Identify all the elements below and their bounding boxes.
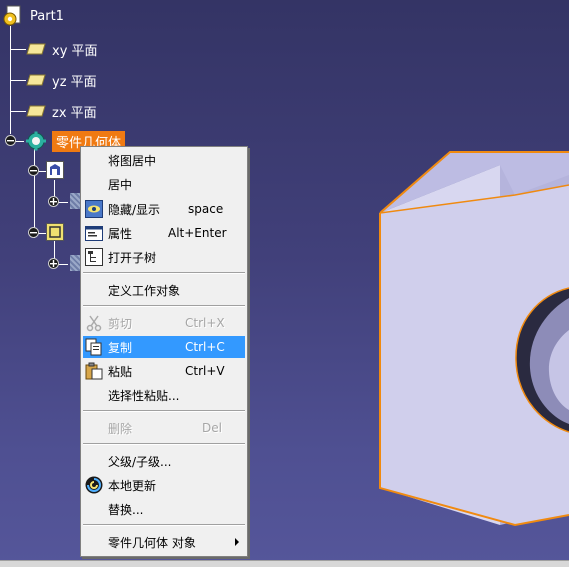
menu-item-properties[interactable]: 属性 Alt+Enter <box>83 222 245 244</box>
tree-item-label: xy 平面 <box>52 43 98 59</box>
context-menu: 将图居中 居中 隐藏/显示 space 属性 Alt+Enter 打开子树 定义… <box>80 146 248 557</box>
sketch-icon[interactable] <box>70 255 80 271</box>
menu-item-label: 零件几何体 对象 <box>108 535 196 550</box>
tree-item-label: zx 平面 <box>52 105 97 121</box>
collapse-feature-expander[interactable] <box>28 227 39 238</box>
copy-icon <box>85 338 102 356</box>
pad-feature-icon[interactable] <box>46 161 64 179</box>
collapse-body-expander[interactable] <box>5 135 16 146</box>
menu-separator <box>83 272 245 274</box>
menu-item-label: 隐藏/显示 <box>108 202 161 217</box>
menu-item-label: 剪切 <box>108 316 133 331</box>
menu-item-label: 居中 <box>108 177 133 192</box>
sketch-icon[interactable] <box>70 193 80 209</box>
menu-item-hide-show[interactable]: 隐藏/显示 space <box>83 198 245 220</box>
menu-item-label: 选择性粘贴... <box>108 388 180 403</box>
plus-icon <box>50 260 57 267</box>
menu-item-parents-children[interactable]: 父级/子级... <box>83 450 245 472</box>
menu-item-label: 父级/子级... <box>108 454 172 469</box>
menu-item-label: 将图居中 <box>108 153 157 168</box>
minus-icon <box>30 170 37 172</box>
local-update-icon <box>85 476 103 494</box>
menu-item-replace[interactable]: 替换... <box>83 498 245 520</box>
menu-item-center[interactable]: 居中 <box>83 173 245 195</box>
menu-item-open-subtree[interactable]: 打开子树 <box>83 246 245 268</box>
menu-item-delete[interactable]: 删除 Del <box>83 417 245 439</box>
plane-icon <box>26 43 46 55</box>
plus-icon <box>50 198 57 205</box>
pocket-feature-icon[interactable] <box>46 223 64 241</box>
menu-separator <box>83 305 245 307</box>
tree-item-yz-plane[interactable]: yz 平面 <box>26 70 97 90</box>
menu-item-label: 本地更新 <box>108 478 157 493</box>
menu-item-local-update[interactable]: 本地更新 <box>83 474 245 496</box>
scissors-icon <box>86 315 102 332</box>
menu-item-part-body-object[interactable]: 零件几何体 对象 <box>83 531 245 553</box>
menu-separator <box>83 524 245 526</box>
minus-icon <box>7 140 14 142</box>
menu-separator <box>83 443 245 445</box>
paste-icon <box>85 362 103 380</box>
menu-item-shortcut: Ctrl+X <box>185 316 225 330</box>
tree-root-part[interactable]: Part1 <box>2 5 64 26</box>
menu-item-paste[interactable]: 粘贴 Ctrl+V <box>83 360 245 382</box>
hide-show-icon <box>85 200 103 218</box>
menu-item-shortcut: Ctrl+C <box>185 340 225 354</box>
menu-separator <box>83 410 245 412</box>
3d-viewport[interactable]: Part1 xy 平面 yz 平面 zx 平面 零件几何体 将图居中 居中 隐藏… <box>0 0 569 566</box>
menu-item-cut[interactable]: 剪切 Ctrl+X <box>83 312 245 334</box>
tree-item-zx-plane[interactable]: zx 平面 <box>26 101 97 121</box>
open-subtree-icon <box>85 248 103 266</box>
menu-item-paste-special[interactable]: 选择性粘贴... <box>83 384 245 406</box>
menu-item-label: 打开子树 <box>108 250 157 265</box>
menu-item-center-graph[interactable]: 将图居中 <box>83 149 245 171</box>
tree-item-xy-plane[interactable]: xy 平面 <box>26 39 98 59</box>
menu-item-label: 粘贴 <box>108 364 133 379</box>
plane-icon <box>26 105 46 117</box>
expand-feature-expander[interactable] <box>48 258 59 269</box>
menu-item-shortcut: Ctrl+V <box>185 364 225 378</box>
tree-item-label: yz 平面 <box>52 74 97 90</box>
menu-item-label: 复制 <box>108 340 133 355</box>
expand-feature-expander[interactable] <box>48 196 59 207</box>
plane-icon <box>26 74 46 86</box>
menu-item-copy[interactable]: 复制 Ctrl+C <box>83 336 245 358</box>
menu-item-shortcut: Del <box>202 421 222 435</box>
menu-item-label: 删除 <box>108 421 133 436</box>
gear-body-icon <box>26 131 46 151</box>
tree-root-label: Part1 <box>30 8 64 24</box>
part-icon <box>3 5 21 26</box>
minus-icon <box>30 232 37 234</box>
properties-icon <box>85 226 103 241</box>
menu-item-shortcut: space <box>188 202 224 216</box>
menu-item-label: 属性 <box>108 226 133 241</box>
submenu-arrow-icon <box>235 538 239 546</box>
menu-item-label: 定义工作对象 <box>108 283 181 298</box>
menu-item-label: 替换... <box>108 502 144 517</box>
collapse-feature-expander[interactable] <box>28 165 39 176</box>
menu-item-shortcut: Alt+Enter <box>168 226 227 240</box>
menu-item-define-work-object[interactable]: 定义工作对象 <box>83 279 245 301</box>
